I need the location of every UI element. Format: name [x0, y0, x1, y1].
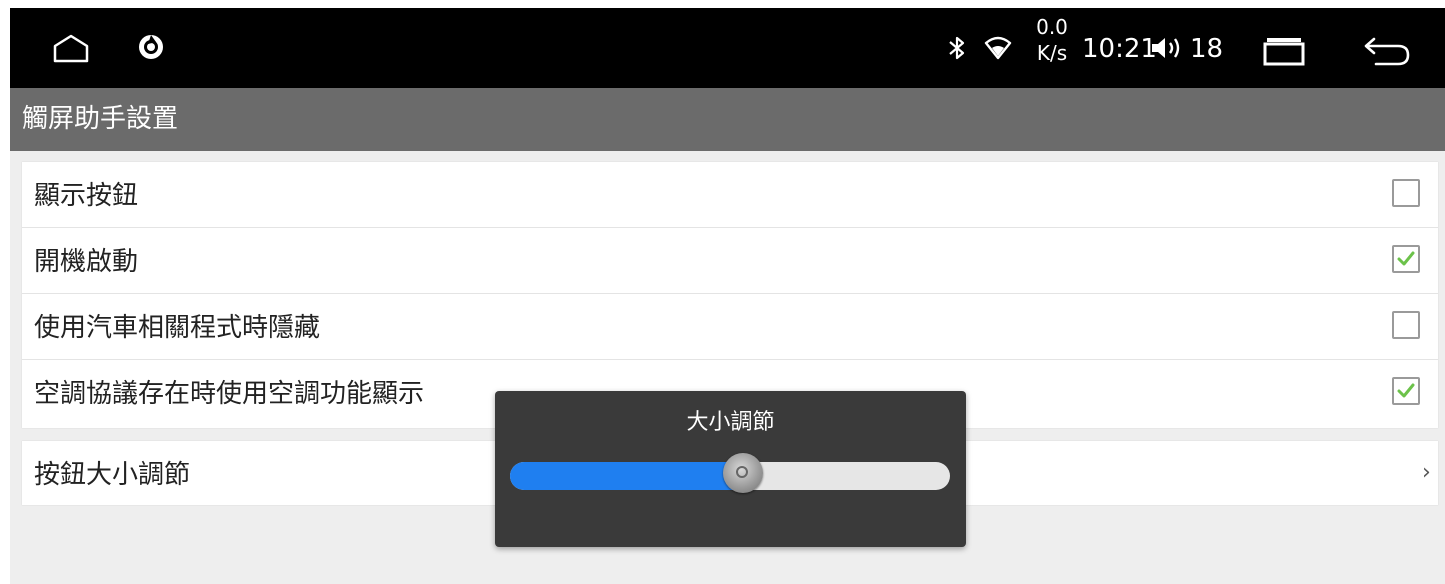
app-icon: [136, 32, 166, 62]
checkmark-icon: [1397, 383, 1415, 398]
network-speed-unit: K/s: [1036, 41, 1068, 65]
page-title: 觸屏助手設置: [22, 104, 179, 134]
dialog-title: 大小調節: [686, 410, 775, 435]
settings-list: 顯示按鈕 開機啟動 使用汽車相關程式時隱藏 空調協議存在時使用空調功能顯示: [22, 162, 1438, 428]
chevron-right-icon: ›: [1422, 460, 1431, 485]
hide-in-car-apps-checkbox[interactable]: [1392, 311, 1420, 339]
back-icon[interactable]: [1362, 34, 1412, 68]
ac-display-checkbox[interactable]: [1392, 377, 1420, 405]
status-bar: 0.0 K/s 10:21 18: [10, 8, 1445, 88]
network-speed-value: 0.0: [1036, 15, 1068, 39]
setting-label: 按鈕大小調節: [34, 460, 191, 490]
title-bar: 觸屏助手設置: [10, 88, 1445, 151]
setting-label: 空調協議存在時使用空調功能顯示: [34, 379, 425, 409]
start-on-boot-checkbox[interactable]: [1392, 245, 1420, 273]
wifi-icon: [984, 36, 1012, 60]
show-button-checkbox[interactable]: [1392, 179, 1420, 207]
volume-level: 18: [1190, 34, 1224, 64]
screen: 0.0 K/s 10:21 18 觸屏助手設置 顯示按鈕 開機啟動 使用汽車相關…: [10, 8, 1445, 584]
clock: 10:21: [1082, 34, 1157, 64]
volume-icon[interactable]: [1150, 34, 1184, 62]
setting-label: 使用汽車相關程式時隱藏: [34, 313, 321, 343]
setting-label: 顯示按鈕: [34, 181, 139, 211]
size-slider-thumb[interactable]: [723, 453, 764, 493]
size-slider-fill: [510, 462, 744, 490]
setting-row-show-button[interactable]: 顯示按鈕: [22, 162, 1438, 228]
setting-row-hide-in-car-apps[interactable]: 使用汽車相關程式時隱藏: [22, 294, 1438, 360]
setting-label: 開機啟動: [34, 247, 139, 277]
network-speed: 0.0 K/s: [1030, 14, 1074, 66]
setting-row-start-on-boot[interactable]: 開機啟動: [22, 228, 1438, 294]
recent-apps-icon[interactable]: [1262, 34, 1308, 66]
size-adjust-dialog: 大小調節: [495, 391, 966, 547]
home-icon[interactable]: [52, 32, 90, 64]
checkmark-icon: [1397, 251, 1415, 266]
bluetooth-icon: [946, 34, 968, 62]
